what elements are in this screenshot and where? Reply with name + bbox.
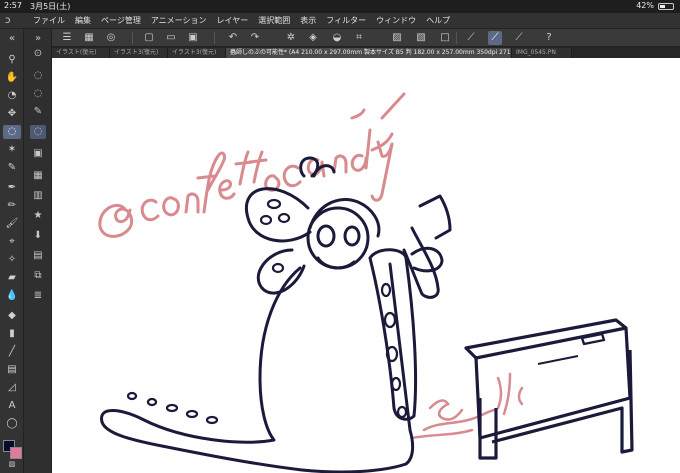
subtool-tone-icon[interactable]: ▦ — [30, 169, 46, 183]
tab-document-2[interactable]: イラスト3(復元) — [110, 48, 168, 58]
battery-icon — [658, 3, 674, 10]
pencil-tool-icon[interactable]: ✏ — [3, 199, 21, 213]
subtool-layer-icon[interactable]: ▥ — [30, 189, 46, 203]
crop-icon[interactable]: ⌗ — [352, 31, 366, 45]
menu-edit[interactable]: 編集 — [70, 13, 96, 29]
airbrush-icon[interactable]: ⌖ — [3, 235, 21, 249]
menu-help[interactable]: ヘルプ — [421, 13, 455, 29]
subtool-polyline-icon[interactable]: ◌ — [30, 87, 46, 101]
subtool-lasso-icon[interactable]: ⊙ — [30, 47, 46, 61]
lasso-tool-icon[interactable]: ◌ — [3, 125, 21, 139]
special-ruler-snap-icon[interactable]: ⟋ — [488, 31, 502, 45]
blend-icon[interactable]: 💧 — [3, 289, 21, 303]
collapse-arrows-icon[interactable]: » — [30, 32, 46, 46]
menu-animation[interactable]: アニメーション — [146, 13, 212, 29]
tab-document-3[interactable]: イラスト3(復元) — [168, 48, 226, 58]
zoom-icon[interactable]: ⚲ — [3, 53, 21, 67]
subtool-download-icon[interactable]: ⬇ — [30, 229, 46, 243]
app-logo-icon[interactable]: ↄ — [5, 15, 19, 27]
frame-icon[interactable]: ▤ — [3, 363, 21, 377]
subtool-material-icon[interactable]: ★ — [30, 209, 46, 223]
divider — [214, 32, 215, 44]
subtool-navigator-icon[interactable]: ▣ — [30, 147, 46, 161]
divider — [456, 32, 457, 44]
divider — [132, 32, 133, 44]
ruler-snap-icon[interactable]: ⟋ — [464, 31, 478, 45]
square-icon[interactable]: □ — [438, 31, 452, 45]
help-icon[interactable]: ? — [542, 31, 556, 45]
grid-snap-icon[interactable]: ⟋ — [512, 31, 526, 45]
command-bar: ☰ ▦ ◎ ▢ ▭ ▣ ↶ ↷ ✲ ◈ ◒ ⌗ ▨ ▧ □ ⟋ ⟋ ⟋ ? — [52, 29, 680, 47]
menu-page[interactable]: ページ管理 — [96, 13, 146, 29]
status-bar: 2:57 3月5日(土) 42% — [0, 0, 680, 13]
fill-tool-icon[interactable]: ◆ — [3, 309, 21, 323]
menu-bar: ↄ ファイル 編集 ページ管理 アニメーション レイヤー 選択範囲 表示 フィル… — [0, 13, 680, 29]
artwork — [98, 92, 634, 473]
companion-icon[interactable]: ◎ — [104, 31, 118, 45]
menu-window[interactable]: ウィンドウ — [371, 13, 421, 29]
menu-filter[interactable]: フィルター — [321, 13, 371, 29]
menu-list: ファイル 編集 ページ管理 アニメーション レイヤー 選択範囲 表示 フィルター… — [28, 13, 455, 29]
tool-bar: « ⚲ ✋ ◔ ✥ ◌ ✶ ✎ ✒ ✏ 🖌 ⌖ ✧ ▰ 💧 ◆ ▮ ╱ ▤ ◿ … — [0, 29, 24, 473]
text-tool-icon[interactable]: A — [3, 399, 21, 413]
transform-icon[interactable]: ◈ — [306, 31, 320, 45]
ruler-icon[interactable]: ◿ — [3, 381, 21, 395]
balloon-icon[interactable]: ◯ — [3, 417, 21, 431]
subtool-lasso-fill-icon[interactable]: ◌ — [30, 125, 46, 139]
clear-icon[interactable]: ▨ — [390, 31, 404, 45]
collapse-arrows-icon[interactable]: « — [3, 32, 21, 46]
status-time: 2:57 — [4, 1, 22, 10]
menu-file[interactable]: ファイル — [28, 13, 70, 29]
lasso-select-icon[interactable]: ✲ — [284, 31, 298, 45]
subtool-document-icon[interactable]: ▤ — [30, 249, 46, 263]
transparent-color-icon[interactable]: ▨ — [3, 457, 21, 471]
menu-view[interactable]: 表示 — [295, 13, 321, 29]
save-icon[interactable]: ▣ — [186, 31, 200, 45]
figure-icon[interactable]: ╱ — [3, 345, 21, 359]
redo-icon[interactable]: ↷ — [248, 31, 262, 45]
brush-tool-icon[interactable]: 🖌 — [3, 217, 21, 231]
eraser-icon[interactable]: ▰ — [3, 271, 21, 285]
subtool-stack-icon[interactable]: ≣ — [30, 289, 46, 303]
sub-tool-bar: » ⊙ ◌ ◌ ✎ ◌ ▣ ▦ ▥ ★ ⬇ ▤ ⧉ ≣ — [24, 29, 52, 473]
drawing-canvas[interactable] — [52, 58, 680, 473]
menu-layer[interactable]: レイヤー — [212, 13, 254, 29]
tab-document-5[interactable]: IMG_0545.PN — [512, 48, 572, 58]
grid-icon[interactable]: ▦ — [82, 31, 96, 45]
decoration-icon[interactable]: ✧ — [3, 253, 21, 267]
object-select-icon[interactable]: ◔ — [3, 89, 21, 103]
subtool-selection-pen-icon[interactable]: ✎ — [30, 105, 46, 119]
artist-mark — [410, 372, 524, 440]
fill-icon[interactable]: ◒ — [330, 31, 344, 45]
tab-document-1[interactable]: イラスト(復元) — [52, 48, 110, 58]
subtool-layers-icon[interactable]: ⧉ — [30, 269, 46, 283]
status-date: 3月5日(土) — [30, 2, 71, 11]
hand-icon[interactable]: ✋ — [3, 71, 21, 85]
move-icon[interactable]: ✥ — [3, 107, 21, 121]
hamburger-menu-icon[interactable]: ☰ — [60, 31, 74, 45]
eyedropper-icon[interactable]: ✎ — [3, 161, 21, 175]
new-file-icon[interactable]: ▢ — [142, 31, 156, 45]
pen-tool-icon[interactable]: ✒ — [3, 181, 21, 195]
clear-outside-icon[interactable]: ▧ — [414, 31, 428, 45]
gradient-icon[interactable]: ▮ — [3, 327, 21, 341]
document-tabs: イラスト(復元) イラスト3(復元) イラスト3(復元) 蟲師しのぶの可能性* … — [52, 47, 680, 58]
undo-icon[interactable]: ↶ — [226, 31, 240, 45]
menu-selection[interactable]: 選択範囲 — [253, 13, 295, 29]
subtool-selection-icon[interactable]: ◌ — [30, 69, 46, 83]
tab-document-active[interactable]: 蟲師しのぶの可能性* (A4 210.00 x 297.00mm 製本サイズ B… — [226, 48, 512, 58]
magic-wand-icon[interactable]: ✶ — [3, 143, 21, 157]
character-lineart — [100, 156, 452, 473]
open-folder-icon[interactable]: ▭ — [164, 31, 178, 45]
box-lineart — [464, 318, 634, 460]
battery-percent: 42% — [636, 1, 654, 10]
